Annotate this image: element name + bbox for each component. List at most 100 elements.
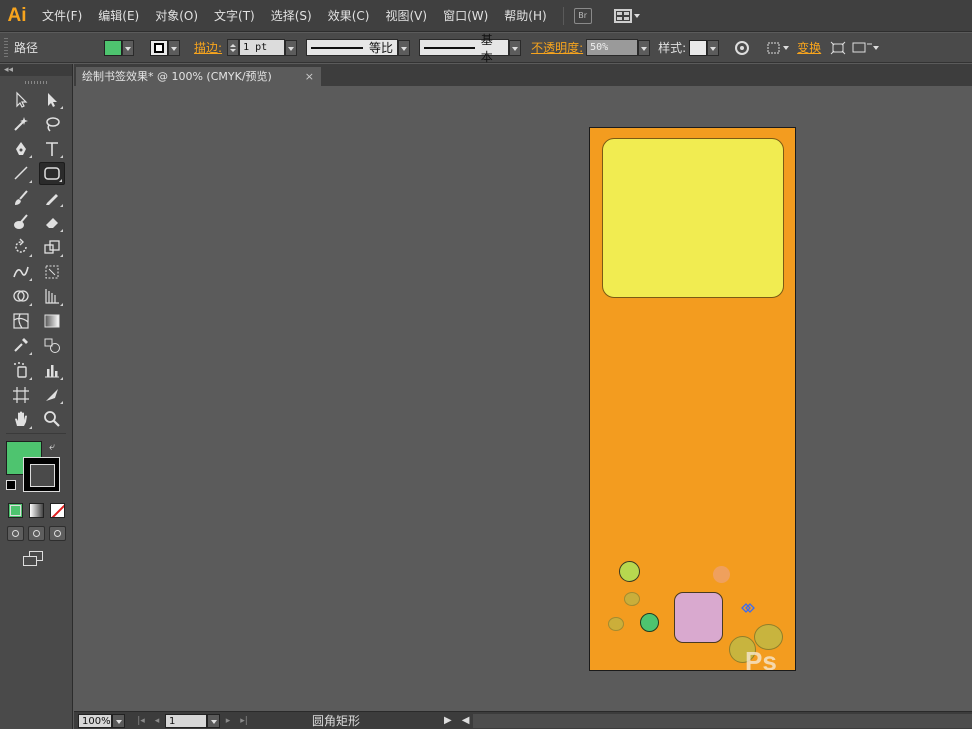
profile-dropdown-arrow[interactable] [398,39,411,56]
artboard-number-field[interactable]: 1 [165,713,207,728]
menu-type[interactable]: 文字(T) [206,0,263,32]
artboard-dropdown-arrow[interactable] [207,713,220,728]
symbol-sprayer-tool-icon[interactable] [8,359,34,382]
opacity-dropdown-arrow[interactable] [638,39,651,56]
panel-menu-icon[interactable] [849,37,883,59]
mesh-tool-icon[interactable] [8,309,34,332]
pencil-tool-icon[interactable] [39,186,65,209]
align-options-icon[interactable] [763,37,793,59]
type-tool-icon[interactable] [39,137,65,160]
previous-artboard-icon[interactable]: ◂ [149,716,165,726]
paintbrush-tool-icon[interactable] [8,186,34,209]
profile-label: 等比 [369,41,394,55]
rotate-tool-icon[interactable] [8,236,34,259]
scale-tool-icon[interactable] [39,236,65,259]
bridge-button[interactable]: Br [573,7,592,24]
brush-dropdown-arrow[interactable] [509,39,522,56]
slice-tool-icon[interactable] [39,383,65,406]
variable-width-profile-select[interactable]: 等比 [306,39,399,56]
menu-file[interactable]: 文件(F) [34,0,90,32]
fill-color-swatch[interactable] [104,39,123,56]
menu-select[interactable]: 选择(S) [263,0,320,32]
canvas[interactable]: Ps [74,86,972,711]
last-artboard-icon[interactable]: ▸| [236,716,252,726]
circle-lime[interactable] [619,561,640,582]
horizontal-scrollbar[interactable] [473,713,972,728]
direct-selection-tool-icon[interactable] [39,88,65,111]
circle-olive-left[interactable] [608,617,624,631]
brush-definition-select[interactable]: 基本 [419,33,510,64]
blob-brush-tool-icon[interactable] [8,211,34,234]
menu-window[interactable]: 窗口(W) [435,0,496,32]
yellow-rounded-panel[interactable] [602,138,784,298]
eyedropper-tool-icon[interactable] [8,334,34,357]
menu-effect[interactable]: 效果(C) [320,0,378,32]
lasso-tool-icon[interactable] [39,113,65,136]
artboard-bookmark[interactable]: Ps [589,127,796,671]
collapse-panel-button[interactable]: ◂◂ [0,64,72,76]
gradient-tool-icon[interactable] [39,309,65,332]
zoom-level-field[interactable]: 100% [78,713,112,728]
magic-wand-tool-icon[interactable] [8,113,34,136]
artboard-tool-icon[interactable] [8,383,34,406]
menu-object[interactable]: 对象(O) [147,0,206,32]
stroke-weight-field[interactable]: 1 pt [239,39,286,56]
selection-tool-icon[interactable] [8,88,34,111]
perspective-grid-tool-icon[interactable] [39,285,65,308]
screen-mode-icon[interactable] [23,551,47,569]
eraser-tool-icon[interactable] [39,211,65,234]
close-tab-icon[interactable]: × [305,67,314,86]
stroke-weight-dropdown-arrow[interactable] [285,39,298,56]
shape-builder-tool-icon[interactable] [8,285,34,308]
recolor-artwork-icon[interactable] [731,37,753,59]
menu-help[interactable]: 帮助(H) [496,0,554,32]
isolate-selection-icon[interactable] [827,37,849,59]
circle-faded-salmon[interactable] [713,566,730,583]
circle-olive-small[interactable] [624,592,640,606]
tools-panel-grip[interactable] [25,81,47,84]
default-fill-stroke-icon[interactable] [6,480,16,491]
width-tool-icon[interactable] [8,260,34,283]
blend-tool-icon[interactable] [39,334,65,357]
first-artboard-icon[interactable]: |◂ [133,716,149,726]
arrange-documents-button[interactable] [613,8,640,23]
swap-fill-stroke-icon[interactable]: ⤶ [49,440,55,454]
stroke-color-box[interactable] [23,457,60,493]
transform-panel-link[interactable]: 变换 [797,39,821,56]
gradient-mode-button[interactable] [29,503,44,519]
menu-view[interactable]: 视图(V) [377,0,435,32]
style-label: 样式: [658,41,687,55]
status-menu-arrow-icon[interactable]: ▶ [444,715,452,726]
color-mode-button[interactable] [8,503,23,519]
rounded-rectangle-tool-icon[interactable] [39,161,65,185]
zoom-tool-icon[interactable] [39,408,65,431]
opacity-field[interactable]: 50% [586,39,639,56]
stroke-dropdown-arrow[interactable] [168,39,181,56]
draw-behind-icon[interactable] [28,526,45,542]
draw-normal-icon[interactable] [7,526,24,542]
document-tab[interactable]: 绘制书签效果* @ 100% (CMYK/预览) × [76,67,321,86]
column-graph-tool-icon[interactable] [39,359,65,382]
none-mode-button[interactable] [50,503,65,519]
free-transform-tool-icon[interactable] [39,260,65,283]
pink-rounded-square[interactable] [674,592,723,643]
opacity-panel-link[interactable]: 不透明度: [531,39,583,56]
panel-grip[interactable] [4,37,8,58]
zoom-dropdown-arrow[interactable] [112,713,125,728]
circle-green[interactable] [640,613,659,632]
pen-tool-icon[interactable] [8,137,34,160]
fill-dropdown-arrow[interactable] [122,39,135,56]
stroke-color-swatch[interactable] [150,39,169,56]
graphic-style-swatch[interactable] [689,39,708,56]
scroll-left-icon[interactable]: ◀ [462,715,470,726]
graphic-style-dropdown-arrow[interactable] [707,39,720,56]
menu-edit[interactable]: 编辑(E) [90,0,147,32]
stroke-panel-link[interactable]: 描边: [194,39,222,56]
hand-tool-icon[interactable] [8,408,34,431]
next-artboard-icon[interactable]: ▸ [220,716,236,726]
selected-anchor-icon[interactable] [740,602,756,614]
menu-bar: Ai 文件(F) 编辑(E) 对象(O) 文字(T) 选择(S) 效果(C) 视… [0,0,972,32]
line-segment-tool-icon[interactable] [8,162,34,185]
draw-inside-icon[interactable] [49,526,66,542]
stroke-weight-stepper[interactable] [227,39,240,56]
